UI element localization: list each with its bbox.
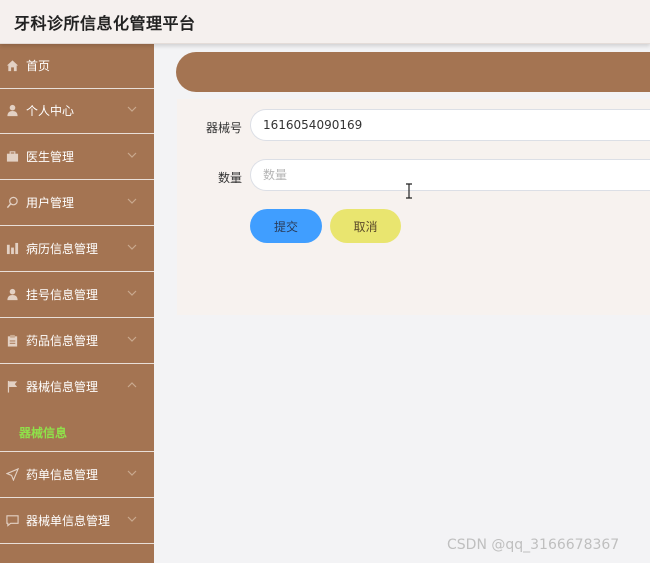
chevron-down-icon	[127, 290, 137, 296]
chart-icon	[6, 242, 19, 255]
chevron-down-icon	[127, 336, 137, 342]
sidebar-item-label: 药品信息管理	[26, 334, 99, 348]
send-icon	[6, 468, 19, 481]
sidebar-item-personal-center[interactable]: 个人中心	[0, 89, 154, 134]
flag-icon	[7, 380, 18, 393]
sidebar-item-label: 药单信息管理	[26, 468, 99, 482]
instrument-form: 器械号 数量 提交 取消	[177, 99, 650, 315]
submenu-item-instrument-info[interactable]: 器械信息	[0, 411, 154, 452]
user-search-icon	[6, 196, 18, 209]
user-icon	[7, 104, 18, 117]
chevron-down-icon	[127, 470, 137, 476]
sidebar-item-label: 挂号信息管理	[26, 288, 99, 302]
quantity-label: 数量	[218, 171, 243, 185]
cancel-button[interactable]: 取消	[330, 209, 401, 243]
briefcase-icon	[6, 151, 19, 162]
submit-button[interactable]: 提交	[250, 209, 322, 243]
chevron-down-icon	[127, 516, 137, 522]
chevron-down-icon	[127, 106, 137, 112]
sidebar-item-doctor-management[interactable]: 医生管理	[0, 135, 154, 180]
sidebar-item-registration-management[interactable]: 挂号信息管理	[0, 273, 154, 318]
sidebar-item-home[interactable]: 首页	[0, 44, 154, 89]
sidebar-item-label: 病历信息管理	[26, 242, 99, 256]
sidebar-item-drug-management[interactable]: 药品信息管理	[0, 319, 154, 364]
instrument-number-label: 器械号	[206, 121, 243, 135]
chevron-down-icon	[127, 198, 137, 204]
sidebar-item-instrument-management[interactable]: 器械信息管理	[0, 365, 154, 410]
text-cursor-icon	[406, 183, 412, 199]
sidebar-item-label: 用户管理	[26, 196, 75, 210]
chevron-down-icon	[127, 152, 137, 158]
chevron-down-icon	[127, 244, 137, 250]
sidebar-item-label: 医生管理	[26, 150, 75, 164]
sidebar-item-prescription-management[interactable]: 药单信息管理	[0, 453, 154, 498]
user-icon	[7, 288, 18, 301]
sidebar-item-label: 器械信息管理	[26, 380, 99, 394]
sidebar-item-label: 首页	[26, 59, 51, 73]
sidebar-item-user-management[interactable]: 用户管理	[0, 181, 154, 226]
submenu-item-label: 器械信息	[19, 426, 68, 440]
sidebar-item-medical-record-management[interactable]: 病历信息管理	[0, 227, 154, 272]
app-title: 牙科诊所信息化管理平台	[14, 14, 196, 33]
sidebar-item-label: 个人中心	[26, 104, 75, 118]
chevron-up-icon	[127, 382, 137, 388]
clipboard-icon	[7, 334, 18, 347]
instrument-number-input[interactable]	[250, 109, 650, 141]
page-header-bar	[176, 52, 650, 92]
sidebar-item-instrument-order-management[interactable]: 器械单信息管理	[0, 499, 154, 544]
quantity-input[interactable]	[250, 159, 650, 191]
sidebar-item-label: 器械单信息管理	[26, 514, 111, 528]
sidebar: 首页 个人中心 医生管理 用户管理 病历信息管理 挂号信息管理 药品信息管理 器…	[0, 44, 154, 563]
watermark: CSDN @qq_3166678367	[447, 537, 620, 553]
home-icon	[6, 60, 19, 72]
top-bar: 牙科诊所信息化管理平台	[0, 0, 650, 44]
main-content: 器械号 数量 提交 取消	[155, 44, 650, 563]
message-icon	[6, 515, 19, 527]
